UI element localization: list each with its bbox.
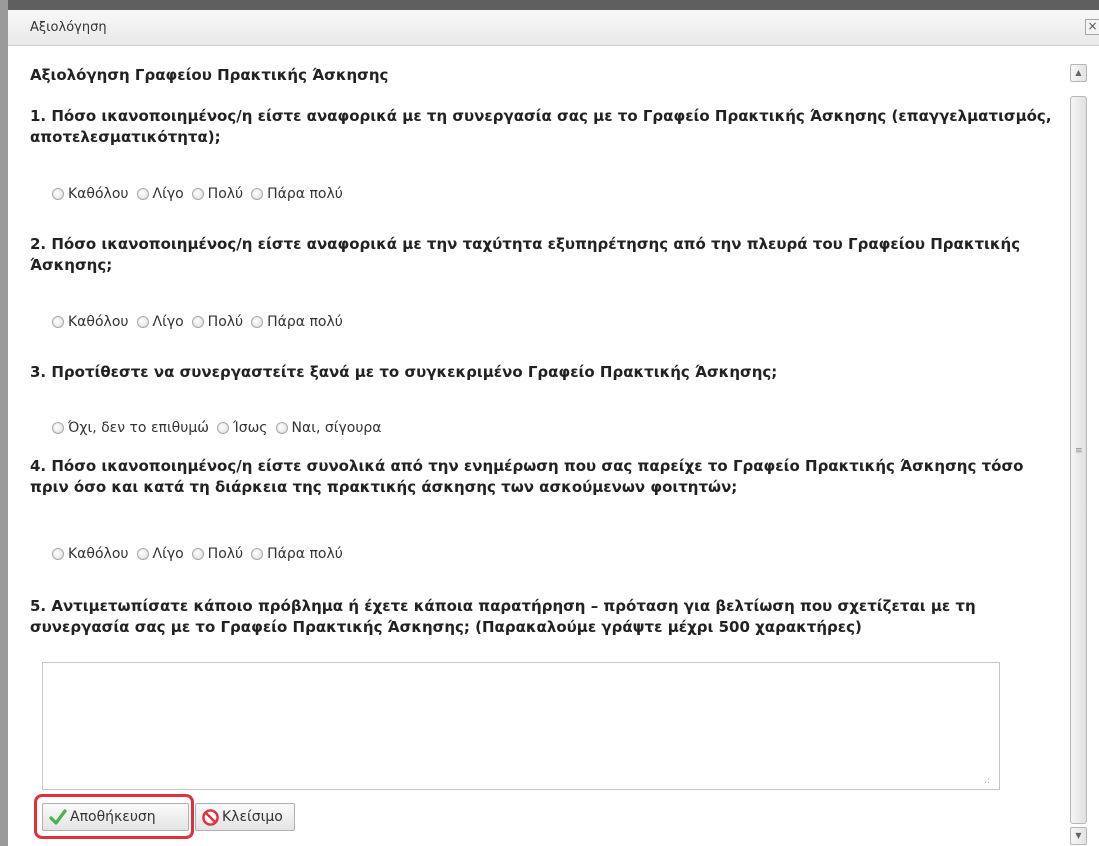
comment-textarea[interactable] xyxy=(42,662,1000,790)
window-border-left xyxy=(0,0,8,846)
resize-grip-icon[interactable]: .: xyxy=(984,776,990,786)
question-2-options: Καθόλου Λίγο Πολύ Πάρα πολύ xyxy=(52,314,351,330)
q1-option-3[interactable]: Πολύ xyxy=(191,186,244,202)
q3-option-1[interactable]: Όχι, δεν το επιθυμώ xyxy=(52,420,209,436)
option-label: Ίσως xyxy=(232,420,268,436)
question-5-text: 5. Αντιμετωπίσατε κάποιο πρόβλημα ή έχετ… xyxy=(30,597,976,636)
save-button-label: Αποθήκευση xyxy=(70,809,156,825)
check-icon xyxy=(49,809,67,825)
radio-button[interactable] xyxy=(52,188,64,200)
radio-button[interactable] xyxy=(191,188,204,200)
vertical-scrollbar[interactable]: ▲ ≡ ▼ xyxy=(1068,56,1090,846)
scrollbar-thumb[interactable]: ≡ xyxy=(1070,96,1087,824)
q1-option-4[interactable]: Πάρα πολύ xyxy=(251,186,343,202)
option-label: Ναι, σίγουρα xyxy=(291,420,382,436)
radio-button[interactable] xyxy=(52,316,64,328)
question-4-options: Καθόλου Λίγο Πολύ Πάρα πολύ xyxy=(52,546,351,562)
radio-button[interactable] xyxy=(191,316,204,328)
option-label: Καθόλου xyxy=(68,546,129,562)
q2-option-2[interactable]: Λίγο xyxy=(136,314,184,330)
close-button-label: Κλείσιμο xyxy=(222,809,283,825)
option-label: Καθόλου xyxy=(68,314,129,330)
q2-option-1[interactable]: Καθόλου xyxy=(52,314,129,330)
radio-button[interactable] xyxy=(251,188,264,200)
question-1-text: 1. Πόσο ικανοποιημένος/η είστε αναφορικά… xyxy=(30,107,1052,146)
radio-button[interactable] xyxy=(216,422,229,434)
option-label: Πάρα πολύ xyxy=(267,186,343,202)
radio-button[interactable] xyxy=(275,422,288,434)
q4-option-3[interactable]: Πολύ xyxy=(191,546,244,562)
radio-button[interactable] xyxy=(52,548,64,560)
dialog-titlebar[interactable]: Αξιολόγηση × xyxy=(8,10,1099,46)
q1-option-2[interactable]: Λίγο xyxy=(136,186,184,202)
q4-option-4[interactable]: Πάρα πολύ xyxy=(251,546,343,562)
q1-option-1[interactable]: Καθόλου xyxy=(52,186,129,202)
window-border-top xyxy=(0,0,1099,10)
q4-option-2[interactable]: Λίγο xyxy=(136,546,184,562)
option-label: Λίγο xyxy=(152,546,184,562)
option-label: Πολύ xyxy=(207,314,244,330)
grip-icon: ≡ xyxy=(1075,446,1083,456)
option-label: Πάρα πολύ xyxy=(267,314,343,330)
scroll-down-icon[interactable]: ▼ xyxy=(1070,827,1087,845)
option-label: Πολύ xyxy=(207,186,244,202)
no-entry-icon xyxy=(202,808,219,826)
close-button[interactable]: Κλείσιμο xyxy=(195,803,295,831)
q2-option-4[interactable]: Πάρα πολύ xyxy=(251,314,343,330)
question-3-text: 3. Προτίθεστε να συνεργαστείτε ξανά με τ… xyxy=(30,363,778,381)
close-icon[interactable]: × xyxy=(1085,19,1099,35)
q3-option-3[interactable]: Ναι, σίγουρα xyxy=(275,420,382,436)
radio-button[interactable] xyxy=(52,422,64,434)
save-button[interactable]: Αποθήκευση xyxy=(42,803,189,831)
radio-button[interactable] xyxy=(136,548,149,560)
radio-button[interactable] xyxy=(251,316,264,328)
question-4-text: 4. Πόσο ικανοποιημένος/η είστε συνολικά … xyxy=(30,457,1024,496)
evaluation-dialog: Αξιολόγηση × Αξιολόγηση Γραφείου Πρακτικ… xyxy=(0,0,1099,846)
question-2-text: 2. Πόσο ικανοποιημένος/η είστε αναφορικά… xyxy=(30,235,1021,274)
option-label: Καθόλου xyxy=(68,186,129,202)
radio-button[interactable] xyxy=(136,188,149,200)
option-label: Λίγο xyxy=(152,314,184,330)
question-3-options: Όχι, δεν το επιθυμώ Ίσως Ναι, σίγουρα xyxy=(52,420,390,436)
option-label: Λίγο xyxy=(152,186,184,202)
dialog-content: Αξιολόγηση Γραφείου Πρακτικής Άσκησης 1.… xyxy=(8,46,1068,846)
radio-button[interactable] xyxy=(136,316,149,328)
q3-option-2[interactable]: Ίσως xyxy=(216,420,268,436)
option-label: Πολύ xyxy=(207,546,244,562)
q2-option-3[interactable]: Πολύ xyxy=(191,314,244,330)
option-label: Πάρα πολύ xyxy=(267,546,343,562)
form-heading: Αξιολόγηση Γραφείου Πρακτικής Άσκησης xyxy=(30,66,389,84)
scroll-up-icon[interactable]: ▲ xyxy=(1070,64,1087,82)
option-label: Όχι, δεν το επιθυμώ xyxy=(68,420,209,436)
radio-button[interactable] xyxy=(191,548,204,560)
dialog-title: Αξιολόγηση xyxy=(30,20,107,35)
radio-button[interactable] xyxy=(251,548,264,560)
q4-option-1[interactable]: Καθόλου xyxy=(52,546,129,562)
question-1-options: Καθόλου Λίγο Πολύ Πάρα πολύ xyxy=(52,186,351,202)
